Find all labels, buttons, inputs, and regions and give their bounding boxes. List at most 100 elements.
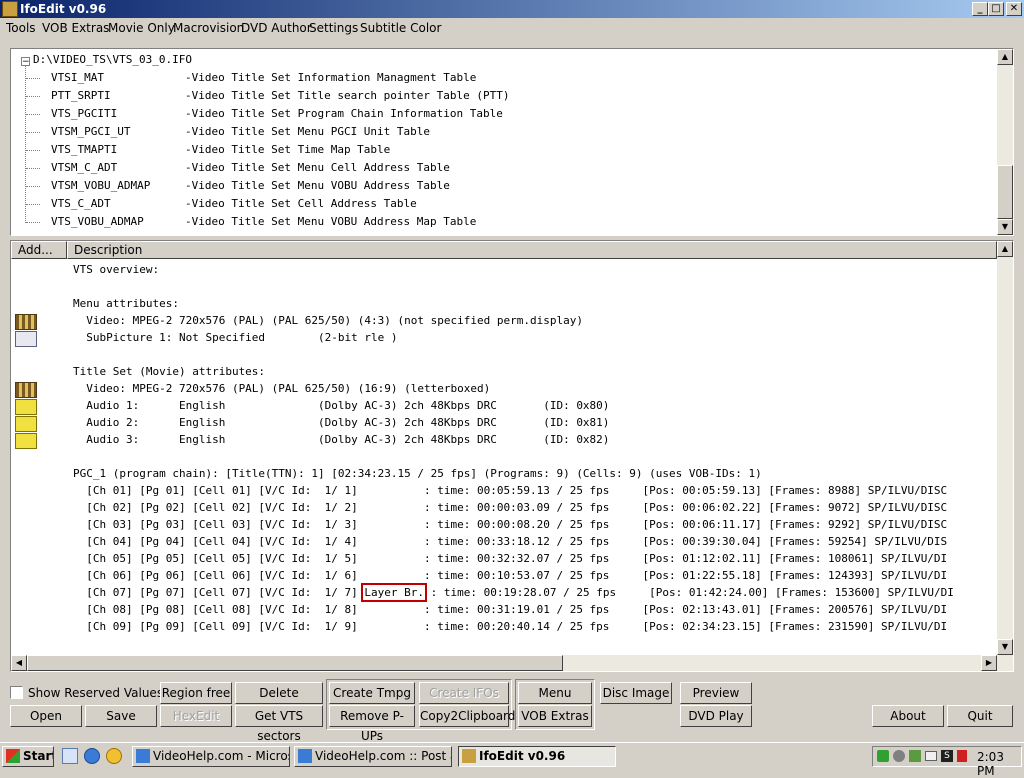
menu-dvd-author[interactable]: DVD Author: [241, 21, 312, 35]
quit-button[interactable]: Quit: [947, 705, 1013, 727]
remove-pups-button[interactable]: Remove P-UPs: [329, 705, 415, 743]
scroll-down-button[interactable]: ▼: [997, 219, 1013, 235]
tree-item[interactable]: VTSM_PGCI_UT -Video Title Set Menu PGCI U…: [51, 125, 430, 138]
tree-item-name: VTSI_MAT: [51, 71, 104, 84]
tree-item[interactable]: VTS_PGCITI -Video Title Set Program Chain…: [51, 107, 503, 120]
menu-bar: Tools VOB Extras Movie Only Macrovision …: [0, 18, 1024, 38]
details-hscrollbar[interactable]: ◀ ▶: [11, 655, 1013, 671]
about-button[interactable]: About: [872, 705, 944, 727]
scroll-thumb[interactable]: [997, 165, 1013, 219]
minimize-button[interactable]: _: [972, 2, 988, 16]
details-scroll-up-button[interactable]: ▲: [997, 241, 1013, 257]
get-vts-sectors-button[interactable]: Get VTS sectors: [235, 705, 323, 743]
preview-button[interactable]: Preview: [680, 682, 752, 704]
clock[interactable]: 2:03 PM: [977, 750, 1021, 778]
detail-line[interactable]: [Ch 03] [Pg 03] [Cell 03] [V/C Id: 1/ 3]…: [73, 518, 947, 531]
detail-line[interactable]: [Ch 02] [Pg 02] [Cell 02] [V/C Id: 1/ 2]…: [73, 501, 947, 514]
detail-line[interactable]: [Ch 05] [Pg 05] [Cell 05] [V/C Id: 1/ 5]…: [73, 552, 947, 565]
menu-subtitle-color[interactable]: Subtitle Color: [360, 21, 441, 35]
tree-item[interactable]: VTS_C_ADT -Video Title Set Cell Address T…: [51, 197, 417, 210]
detail-line[interactable]: [Ch 07] [Pg 07] [Cell 07] [V/C Id: 1/ 7]…: [73, 583, 954, 602]
copy2clipboard-button[interactable]: Copy2Clipboard: [419, 705, 515, 727]
detail-line[interactable]: Audio 1: English (Dolby AC-3) 2ch 48Kbps…: [73, 399, 609, 412]
tree-branch: [26, 186, 40, 187]
task-ifoedit[interactable]: IfoEdit v0.96: [458, 746, 616, 767]
app-icon[interactable]: [2, 1, 18, 17]
detail-line[interactable]: [Ch 09] [Pg 09] [Cell 09] [V/C Id: 1/ 9]…: [73, 620, 947, 633]
tree-item[interactable]: VTSM_C_ADT -Video Title Set Menu Cell Add…: [51, 161, 450, 174]
tree-item-desc: -Video Title Set Information Managment T…: [185, 71, 477, 84]
delete-playback-button[interactable]: Delete Playback: [235, 682, 323, 720]
scroll-right-button[interactable]: ▶: [981, 655, 997, 671]
tray-mail-icon[interactable]: [925, 751, 937, 761]
menu-movie-only[interactable]: Movie Only: [108, 21, 175, 35]
task-videohelp-1[interactable]: VideoHelp.com - Microsof...: [132, 746, 290, 767]
vob-extras-button[interactable]: VOB Extras: [518, 705, 592, 727]
tray-alert-icon[interactable]: [957, 750, 967, 762]
detail-line[interactable]: Video: MPEG-2 720x576 (PAL) (PAL 625/50)…: [73, 314, 583, 327]
tree-item-name: PTT_SRPTI: [51, 89, 111, 102]
media-player-icon[interactable]: [106, 748, 122, 764]
save-button[interactable]: Save: [85, 705, 157, 727]
title-bar: IfoEdit v0.96 _ □ ✕: [0, 0, 1024, 18]
task-label: IfoEdit v0.96: [479, 749, 566, 763]
column-description[interactable]: Description: [67, 241, 997, 259]
detail-line[interactable]: PGC_1 (program chain): [Title(TTN): 1] […: [73, 467, 762, 480]
details-pane[interactable]: Add... Description VTS overview: Menu att…: [10, 240, 1014, 672]
detail-line[interactable]: [Ch 08] [Pg 08] [Cell 08] [V/C Id: 1/ 8]…: [73, 603, 947, 616]
region-free-button[interactable]: Region free: [160, 682, 232, 704]
menu-tools[interactable]: Tools: [6, 21, 36, 35]
detail-line[interactable]: Audio 3: English (Dolby AC-3) 2ch 48Kbps…: [73, 433, 609, 446]
detail-line[interactable]: SubPicture 1: Not Specified (2-bit rle ): [73, 331, 397, 344]
scroll-left-button[interactable]: ◀: [11, 655, 27, 671]
detail-line[interactable]: Title Set (Movie) attributes:: [73, 365, 265, 378]
detail-line[interactable]: [Ch 04] [Pg 04] [Cell 04] [V/C Id: 1/ 4]…: [73, 535, 947, 548]
tree-branch: [26, 204, 40, 205]
show-reserved-label: Show Reserved Values: [28, 686, 164, 700]
hexedit-button[interactable]: HexEdit: [160, 705, 232, 727]
tree-item[interactable]: VTSI_MAT -Video Title Set Information Man…: [51, 71, 476, 84]
create-tmpg-button[interactable]: Create Tmpg T.: [329, 682, 415, 720]
menu-settings[interactable]: Settings: [309, 21, 358, 35]
open-button[interactable]: Open: [10, 705, 82, 727]
detail-line[interactable]: Video: MPEG-2 720x576 (PAL) (PAL 625/50)…: [73, 382, 490, 395]
start-button[interactable]: Start: [2, 746, 54, 767]
details-vscrollbar[interactable]: ▲ ▼: [997, 241, 1013, 655]
show-desktop-icon[interactable]: [62, 748, 78, 764]
disc-image-button[interactable]: Disc Image: [600, 682, 672, 704]
tree-scrollbar[interactable]: ▲ ▼: [997, 49, 1013, 235]
show-reserved-checkbox[interactable]: [10, 686, 23, 699]
column-add[interactable]: Add...: [11, 241, 67, 259]
collapse-toggle[interactable]: −: [21, 57, 30, 67]
close-button[interactable]: ✕: [1006, 2, 1022, 16]
detail-line[interactable]: Audio 2: English (Dolby AC-3) 2ch 48Kbps…: [73, 416, 609, 429]
tree-item[interactable]: PTT_SRPTI -Video Title Set Title search p…: [51, 89, 510, 102]
tree-item-name: VTS_PGCITI: [51, 107, 118, 120]
detail-line[interactable]: VTS overview:: [73, 263, 159, 276]
menu-extras-button[interactable]: Menu Extras: [518, 682, 592, 720]
hscroll-thumb[interactable]: [27, 655, 563, 671]
tray-security-icon[interactable]: [909, 750, 921, 762]
maximize-button[interactable]: □: [988, 2, 1004, 16]
tray-speaker-icon[interactable]: [893, 750, 905, 762]
details-scroll-down-button[interactable]: ▼: [997, 639, 1013, 655]
tree-root[interactable]: D:\VIDEO_TS\VTS_03_0.IFO: [33, 53, 192, 66]
tree-item-name: VTSM_C_ADT: [51, 161, 118, 174]
tray-network-icon[interactable]: [877, 750, 889, 762]
detail-line[interactable]: [Ch 06] [Pg 06] [Cell 06] [V/C Id: 1/ 6]…: [73, 569, 947, 582]
internet-explorer-icon[interactable]: [84, 748, 100, 764]
scroll-up-button[interactable]: ▲: [997, 49, 1013, 65]
tree-item[interactable]: VTSM_VOBU_ADMAP -Video Title Set Menu VOB…: [51, 179, 450, 192]
create-ifos-button[interactable]: Create IFOs: [419, 682, 509, 704]
ifo-tree-pane[interactable]: − D:\VIDEO_TS\VTS_03_0.IFO VTSI_MAT -Vide…: [10, 48, 1014, 236]
tree-item[interactable]: VTS_VOBU_ADMAP -Video Title Set Menu VOBU…: [51, 215, 476, 228]
tree-item-desc: -Video Title Set Cell Address Table: [185, 197, 417, 210]
detail-line[interactable]: [Ch 01] [Pg 01] [Cell 01] [V/C Id: 1/ 1]…: [73, 484, 947, 497]
tree-item[interactable]: VTS_TMAPTI -Video Title Set Time Map Tabl…: [51, 143, 390, 156]
menu-vob-extras[interactable]: VOB Extras: [42, 21, 109, 35]
detail-line[interactable]: Menu attributes:: [73, 297, 179, 310]
tray-app-icon[interactable]: S: [941, 750, 953, 762]
dvd-play-button[interactable]: DVD Play: [680, 705, 752, 727]
menu-macrovision[interactable]: Macrovision: [173, 21, 244, 35]
task-videohelp-2[interactable]: VideoHelp.com :: Post a ...: [294, 746, 452, 767]
